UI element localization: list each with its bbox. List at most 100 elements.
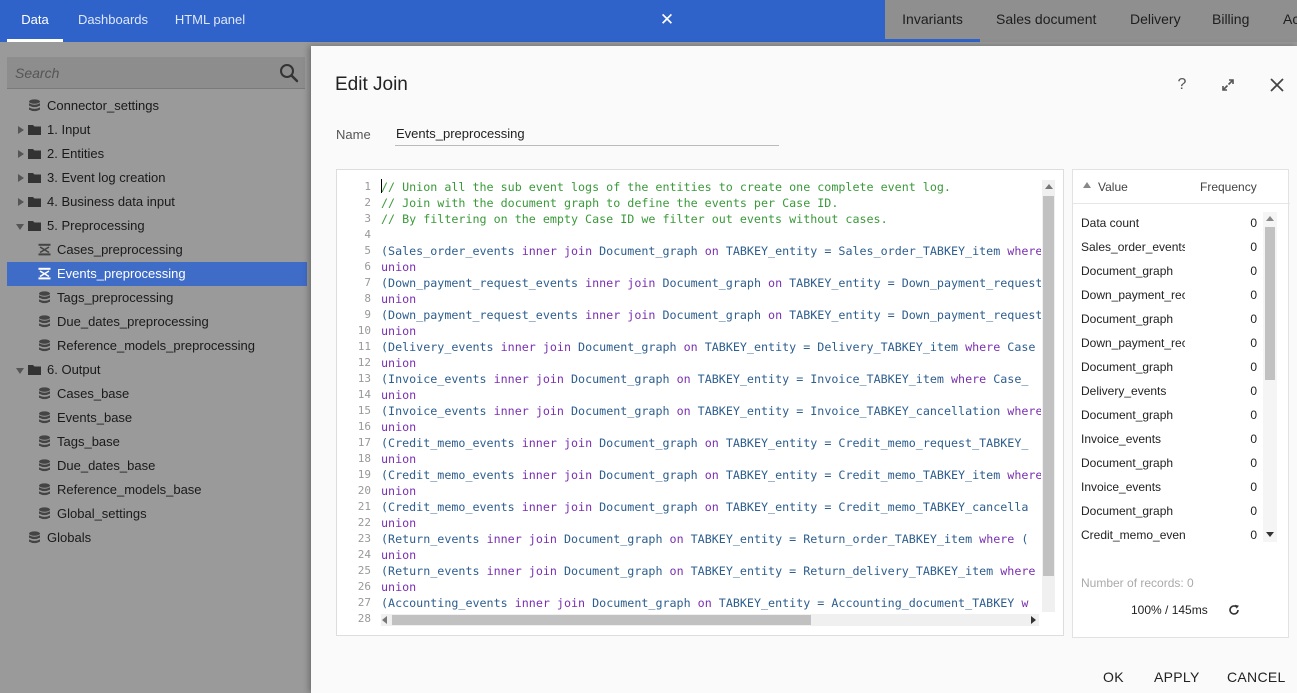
chevron-right-icon[interactable]	[18, 150, 24, 158]
name-field[interactable]	[395, 122, 779, 146]
line-number: 7	[364, 276, 371, 289]
code-line: union	[381, 259, 1041, 275]
help-button[interactable]: ?	[1171, 74, 1193, 96]
code-identifier: (Down_payment_request_events	[381, 308, 586, 322]
scroll-up-icon[interactable]	[1266, 216, 1274, 221]
scroll-down-icon[interactable]	[1266, 532, 1274, 537]
tree-item[interactable]: 6. Output	[7, 358, 307, 382]
result-row[interactable]: Invoice_events 0	[1073, 475, 1263, 499]
result-row[interactable]: Document_graph 0	[1073, 403, 1263, 427]
chevron-down-icon[interactable]	[16, 368, 24, 374]
tree-item[interactable]: Due_dates_base	[7, 454, 307, 478]
tree-item[interactable]: 4. Business data input	[7, 190, 307, 214]
tree-item[interactable]: Tags_base	[7, 430, 307, 454]
result-row[interactable]: Document_graph 0	[1073, 307, 1263, 331]
result-row[interactable]: Document_graph 0	[1073, 259, 1263, 283]
tree-item[interactable]: Due_dates_preprocessing	[7, 310, 307, 334]
result-value: Document_graph	[1081, 360, 1174, 374]
tree-item[interactable]: Reference_models_base	[7, 478, 307, 502]
chevron-right-icon[interactable]	[18, 126, 24, 134]
apply-button[interactable]: APPLY	[1154, 669, 1200, 685]
tree-item[interactable]: Cases_preprocessing	[7, 238, 307, 262]
code-identifier: TABKEY_entity = Invoice_TABKEY_cancellat…	[690, 404, 1008, 418]
code-comment: // Join with the document graph to defin…	[381, 196, 839, 210]
dialog-title: Edit Join	[335, 74, 408, 95]
chevron-right-icon[interactable]	[18, 174, 24, 182]
ok-button[interactable]: OK	[1103, 669, 1124, 685]
code-keyword: where	[951, 372, 987, 386]
result-row[interactable]: Document_graph 0	[1073, 499, 1263, 523]
scroll-up-icon[interactable]	[1045, 184, 1053, 189]
line-number: 3	[364, 212, 371, 225]
tree-item[interactable]: Connector_settings	[7, 94, 307, 118]
tree-item-label: Global_settings	[57, 506, 147, 521]
tree-item[interactable]: Events_preprocessing	[7, 262, 307, 286]
search-icon[interactable]	[278, 62, 300, 84]
code-comment: // Union all the sub event logs of the e…	[381, 180, 951, 194]
tree-item[interactable]: Reference_models_preprocessing	[7, 334, 307, 358]
sort-ascending-icon[interactable]	[1083, 182, 1091, 188]
tab-html-panel[interactable]: HTML panel	[165, 0, 255, 42]
tree-item[interactable]: 5. Preprocessing	[7, 214, 307, 238]
result-value: Sales_order_events	[1081, 240, 1185, 254]
code-keyword: inner join	[521, 436, 593, 450]
chevron-right-icon[interactable]	[18, 198, 24, 206]
result-row[interactable]: Document_graph 0	[1073, 451, 1263, 475]
search-bar	[7, 57, 305, 89]
value-column-header[interactable]: Value	[1098, 180, 1128, 194]
result-row[interactable]: Data count 0	[1073, 211, 1263, 235]
tree-item[interactable]: 2. Entities	[7, 142, 307, 166]
code-keyword: union	[381, 356, 417, 370]
tab-invariants[interactable]: Invariants	[885, 0, 980, 42]
vertical-scroll-thumb[interactable]	[1043, 196, 1054, 576]
tree-item[interactable]: 1. Input	[7, 118, 307, 142]
chevron-down-icon[interactable]	[16, 224, 24, 230]
code-keyword: on	[704, 436, 719, 450]
result-row[interactable]: Delivery_events 0	[1073, 379, 1263, 403]
result-row[interactable]: Down_payment_rec 0	[1073, 331, 1263, 355]
tree-item[interactable]: Cases_base	[7, 382, 307, 406]
result-value: Credit_memo_even	[1081, 528, 1185, 542]
close-icon[interactable]: ✕	[657, 10, 677, 30]
scroll-right-icon[interactable]	[1031, 616, 1036, 624]
refresh-icon[interactable]	[1228, 604, 1240, 616]
result-row[interactable]: Document_graph 0	[1073, 355, 1263, 379]
line-number: 18	[357, 452, 371, 465]
search-input[interactable]	[15, 63, 265, 83]
horizontal-scrollbar[interactable]	[381, 614, 1039, 626]
code-editor[interactable]: 1 2 3 4 5 6 7 8 9 10 11 12 13 14 15 16 17 18 19 20 21 22 23 24 2…	[336, 169, 1064, 636]
code-line: // Join with the document graph to defin…	[381, 195, 1041, 211]
result-scroll-thumb[interactable]	[1265, 227, 1275, 380]
cancel-button[interactable]: CANCEL	[1227, 669, 1286, 685]
tab-delivery[interactable]: Delivery	[1130, 0, 1181, 42]
frequency-column-header[interactable]: Frequency	[1200, 180, 1257, 194]
tab-sales-document[interactable]: Sales document	[996, 0, 1096, 42]
close-icon[interactable]	[1269, 77, 1285, 93]
tree-item[interactable]: Globals	[7, 526, 307, 550]
code-keyword: on	[768, 276, 783, 290]
tree-item[interactable]: Global_settings	[7, 502, 307, 526]
expand-icon[interactable]	[1219, 76, 1237, 94]
code-keyword: union	[381, 484, 417, 498]
code-keyword: on	[669, 532, 684, 546]
result-row[interactable]: Credit_memo_even 0	[1073, 523, 1263, 547]
tree-item[interactable]: 3. Event log creation	[7, 166, 307, 190]
result-row[interactable]: Down_payment_rec 0	[1073, 283, 1263, 307]
query-timing: 100% / 145ms	[1131, 603, 1208, 617]
edit-join-dialog: Edit Join ? Name 12345678910111213141516…	[311, 46, 1297, 693]
scroll-left-icon[interactable]	[382, 616, 387, 624]
line-number: 28	[357, 612, 371, 625]
tab-overflow[interactable]: Ac	[1283, 0, 1297, 42]
tree-item-label: Reference_models_preprocessing	[57, 338, 256, 353]
result-row[interactable]: Invoice_events 0	[1073, 427, 1263, 451]
vertical-scrollbar[interactable]	[1042, 180, 1055, 612]
horizontal-scroll-thumb[interactable]	[392, 615, 811, 625]
database-icon	[39, 435, 50, 448]
result-scrollbar[interactable]	[1263, 212, 1277, 542]
tab-data[interactable]: Data	[7, 0, 63, 42]
tree-item[interactable]: Tags_preprocessing	[7, 286, 307, 310]
tab-dashboards[interactable]: Dashboards	[70, 0, 156, 42]
tree-item[interactable]: Events_base	[7, 406, 307, 430]
result-row[interactable]: Sales_order_events 0	[1073, 235, 1263, 259]
tab-billing[interactable]: Billing	[1212, 0, 1249, 42]
